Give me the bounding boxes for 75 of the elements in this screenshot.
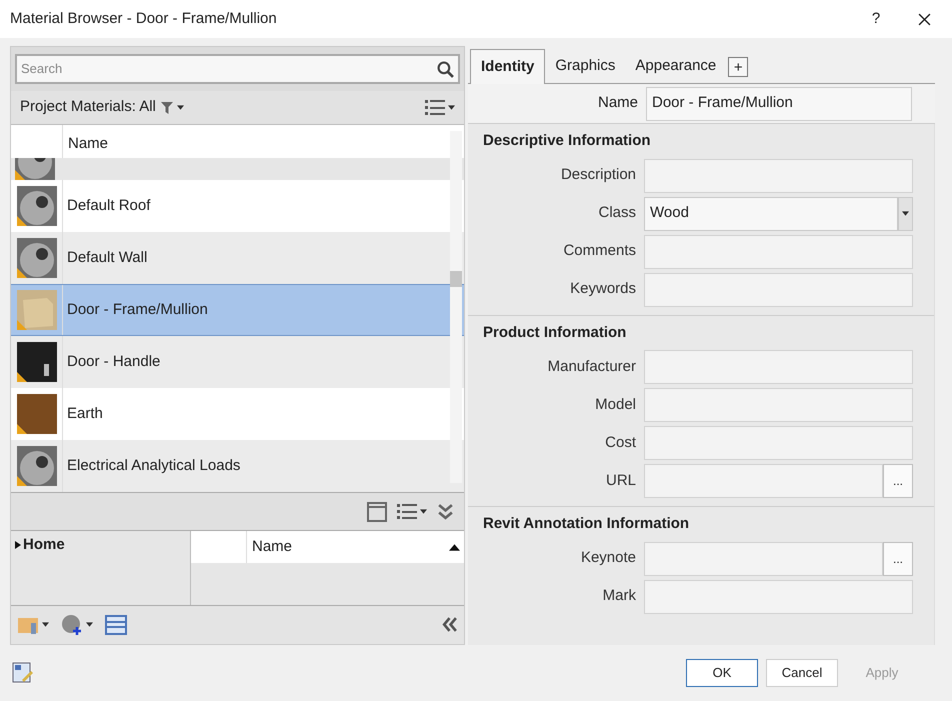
double-chevron-left-icon[interactable]	[441, 616, 458, 633]
dialog-button[interactable]: Cancel	[766, 659, 838, 687]
caret-icon	[448, 105, 455, 110]
section-heading: Descriptive Information	[482, 131, 652, 151]
window-title: Material Browser - Door - Frame/Mullion	[10, 8, 278, 29]
column-header[interactable]: Name	[63, 125, 108, 158]
wood-cube-thumbnail-icon	[16, 290, 56, 330]
list-view-icon[interactable]	[425, 98, 445, 116]
input-field[interactable]	[644, 388, 913, 422]
sort-up-icon	[449, 544, 460, 550]
input-field[interactable]	[644, 350, 913, 384]
edit-document-icon[interactable]	[12, 662, 34, 684]
material-row[interactable]: Door - Frame/Mullion	[11, 284, 464, 336]
filter-icon[interactable]	[160, 102, 173, 114]
double-chevron-down-icon[interactable]	[437, 503, 454, 520]
search-icon[interactable]	[437, 60, 454, 78]
search-box[interactable]: Search	[15, 54, 460, 84]
tab[interactable]: Identity	[470, 49, 546, 84]
field-label: Keywords	[569, 279, 637, 300]
sphere-thumbnail-icon	[16, 446, 56, 486]
browse-button[interactable]: ...	[883, 464, 913, 498]
list-view-icon[interactable]	[397, 502, 417, 520]
material-name: Earth	[66, 404, 103, 424]
material-name: Default Wall	[66, 248, 148, 268]
panel-view-icon[interactable]	[367, 502, 387, 522]
sphere-thumbnail-icon	[16, 186, 56, 226]
panel-layout-icon[interactable]	[105, 614, 127, 634]
dark-block-thumbnail-icon	[16, 342, 56, 382]
field-label: Cost	[604, 432, 637, 453]
scrollbar[interactable]	[450, 131, 462, 483]
material-name: Electrical Analytical Loads	[66, 456, 240, 476]
input-field[interactable]	[644, 464, 883, 498]
field-label: Manufacturer	[546, 356, 637, 377]
input-field[interactable]	[644, 234, 913, 268]
field-label: URL	[604, 470, 637, 491]
tab[interactable]: Graphics	[545, 49, 626, 83]
caret-icon	[902, 211, 909, 216]
caret-icon	[86, 622, 93, 627]
caret-icon	[420, 509, 427, 514]
expand-arrow-icon[interactable]	[15, 541, 21, 550]
field-label: Model	[594, 394, 637, 415]
section-heading: Product Information	[482, 322, 628, 342]
material-name: Default Roof	[66, 196, 150, 216]
dropdown-button[interactable]	[898, 196, 913, 230]
field-label: Name	[596, 93, 639, 114]
class-dropdown[interactable]: Wood	[644, 196, 898, 230]
caret-icon	[176, 105, 184, 110]
add-sphere-icon[interactable]	[61, 614, 83, 636]
browse-button[interactable]: ...	[883, 542, 913, 576]
input-field[interactable]	[644, 272, 913, 306]
add-tab-button[interactable]: +	[728, 57, 748, 77]
sphere-thumbnail-icon	[16, 238, 56, 278]
input-field[interactable]	[644, 580, 913, 614]
field-label: Mark	[602, 586, 637, 606]
section-heading: Revit Annotation Information	[482, 514, 690, 534]
tree-item[interactable]: Home	[15, 534, 190, 556]
close-icon	[918, 12, 930, 26]
dialog-button[interactable]: OK	[686, 659, 758, 687]
material-row[interactable]: Default Wall	[11, 232, 464, 284]
field-label: Description	[560, 165, 637, 186]
input-field[interactable]	[644, 426, 913, 460]
field-label: Keynote	[580, 548, 637, 568]
field-label: Class	[597, 203, 637, 224]
name-field[interactable]: Door - Frame/Mullion	[646, 86, 912, 120]
caret-icon	[42, 622, 49, 627]
earth-swatch-thumbnail-icon	[16, 394, 56, 434]
tab[interactable]: Appearance	[625, 49, 726, 83]
material-row[interactable]: Electrical Analytical Loads	[11, 440, 464, 492]
material-name: Door - Handle	[66, 352, 160, 372]
help-button[interactable]: ?	[856, 8, 896, 30]
material-name: Door - Frame/Mullion	[66, 300, 208, 320]
input-field[interactable]	[644, 158, 913, 192]
input-field[interactable]	[644, 542, 883, 576]
field-label: Comments	[562, 241, 637, 262]
material-row[interactable]: Door - Handle	[11, 336, 464, 388]
